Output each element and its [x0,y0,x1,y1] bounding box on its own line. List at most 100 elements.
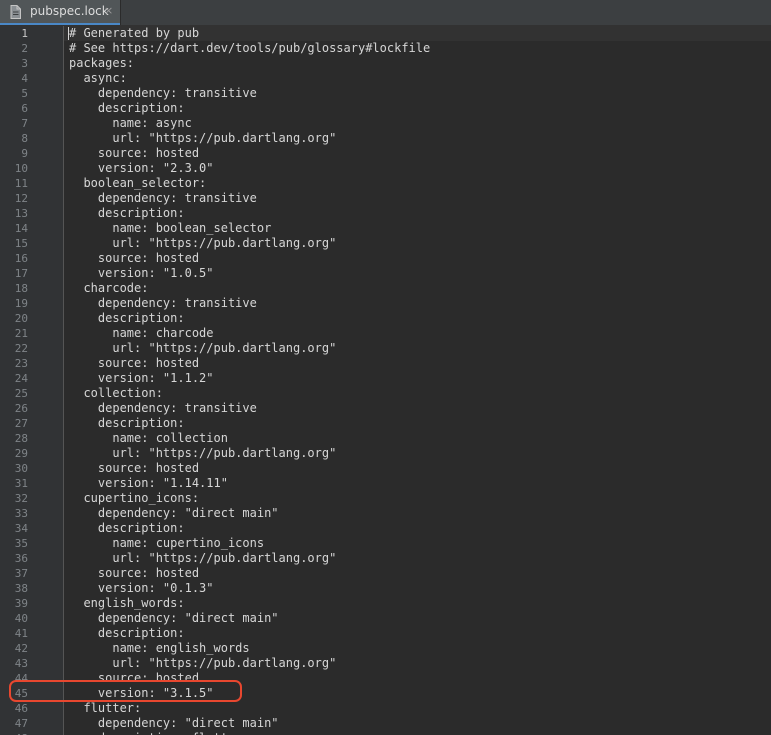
line-number: 35 [14,537,28,550]
code-line[interactable]: dependency: transitive [69,401,257,416]
code-line[interactable]: url: "https://pub.dartlang.org" [69,341,336,356]
code-line[interactable]: description: [69,416,185,431]
line-number: 13 [14,207,28,220]
code-line[interactable]: description: [69,311,185,326]
line-number: 9 [21,147,28,160]
close-icon[interactable]: × [104,4,113,17]
code-line[interactable]: source: hosted [69,461,199,476]
line-number: 30 [14,462,28,475]
code-line[interactable]: description: [69,101,185,116]
code-line[interactable]: url: "https://pub.dartlang.org" [69,446,336,461]
code-line[interactable]: url: "https://pub.dartlang.org" [69,131,336,146]
code-line[interactable]: cupertino_icons: [69,491,199,506]
line-number: 29 [14,447,28,460]
code-line[interactable]: flutter: [69,701,141,716]
line-number: 25 [14,387,28,400]
code-line[interactable]: collection: [69,386,162,401]
line-number: 38 [14,582,28,595]
line-number: 14 [14,222,28,235]
code-line[interactable]: # See https://dart.dev/tools/pub/glossar… [69,41,430,56]
code-line[interactable]: dependency: transitive [69,191,257,206]
code-line[interactable]: source: hosted [69,356,199,371]
line-number: 34 [14,522,28,535]
code-line[interactable]: version: "1.1.2" [69,371,214,386]
code-line[interactable]: dependency: transitive [69,86,257,101]
line-number: 24 [14,372,28,385]
line-number: 23 [14,357,28,370]
code-line[interactable]: source: hosted [69,566,199,581]
code-line[interactable]: description: [69,521,185,536]
line-number: 8 [21,132,28,145]
code-line[interactable]: # Generated by pub [69,26,199,41]
line-number: 42 [14,642,28,655]
line-number: 26 [14,402,28,415]
line-number: 22 [14,342,28,355]
line-number: 7 [21,117,28,130]
line-number: 19 [14,297,28,310]
code-line[interactable]: version: "0.1.3" [69,581,214,596]
code-line[interactable]: name: boolean_selector [69,221,271,236]
editor-tab-bar: pubspec.lock × [0,0,771,26]
code-line[interactable]: source: hosted [69,146,199,161]
line-number: 10 [14,162,28,175]
code-line[interactable]: async: [69,71,126,86]
line-number: 11 [14,177,28,190]
ide-window: pubspec.lock × 1 2 3 4 5 6 7 8 9 10 11 12 13 14 15 16 17… [0,0,771,735]
code-line[interactable]: dependency: transitive [69,296,257,311]
line-number: 21 [14,327,28,340]
tab-label: pubspec.lock [30,4,109,18]
line-number: 2 [21,42,28,55]
line-number: 18 [14,282,28,295]
code-line[interactable]: version: "1.14.11" [69,476,228,491]
code-line[interactable]: name: english_words [69,641,249,656]
line-number: 32 [14,492,28,505]
line-number: 43 [14,657,28,670]
code-line[interactable]: charcode: [69,281,148,296]
code-line[interactable]: dependency: "direct main" [69,716,279,731]
code-line[interactable]: version: "2.3.0" [69,161,214,176]
code-line[interactable]: name: cupertino_icons [69,536,264,551]
code-line[interactable]: url: "https://pub.dartlang.org" [69,551,336,566]
line-number: 6 [21,102,28,115]
line-number: 17 [14,267,28,280]
code-line[interactable]: url: "https://pub.dartlang.org" [69,656,336,671]
line-number-gutter: 1 2 3 4 5 6 7 8 9 10 11 12 13 14 15 16 17 18 19 20 21 22 23 24 2… [0,26,64,735]
line-number: 33 [14,507,28,520]
line-number: 37 [14,567,28,580]
code-line[interactable]: name: async [69,116,191,131]
line-number: 20 [14,312,28,325]
line-number: 40 [14,612,28,625]
line-number: 27 [14,417,28,430]
line-number: 39 [14,597,28,610]
line-number: 15 [14,237,28,250]
code-line[interactable]: source: hosted [69,251,199,266]
code-line[interactable]: english_words: [69,596,184,611]
code-line[interactable]: packages: [69,56,134,71]
code-line[interactable]: dependency: "direct main" [69,506,279,521]
line-number: 3 [21,57,28,70]
line-number: 31 [14,477,28,490]
annotation-highlight-box [9,680,242,702]
code-line[interactable]: description: flutter [69,731,243,735]
code-line[interactable]: url: "https://pub.dartlang.org" [69,236,336,251]
code-line[interactable]: name: charcode [69,326,213,341]
line-number: 46 [14,702,28,715]
code-line[interactable]: description: [69,206,185,221]
text-cursor [68,27,69,40]
line-number: 4 [21,72,28,85]
line-number: 16 [14,252,28,265]
code-line[interactable]: boolean_selector: [69,176,206,191]
code-line[interactable]: version: "1.0.5" [69,266,214,281]
code-line[interactable]: description: [69,626,185,641]
line-number: 5 [21,87,28,100]
line-number: 12 [14,192,28,205]
code-editor[interactable]: # Generated by pub # See https://dart.dev… [64,26,771,735]
line-number: 36 [14,552,28,565]
line-number: 47 [14,717,28,730]
line-number: 28 [14,432,28,445]
code-line[interactable]: name: collection [69,431,228,446]
line-number: 48 [0,731,28,735]
tab-pubspec-lock[interactable]: pubspec.lock × [0,0,121,25]
line-number: 1 [21,27,28,40]
code-line[interactable]: dependency: "direct main" [69,611,279,626]
